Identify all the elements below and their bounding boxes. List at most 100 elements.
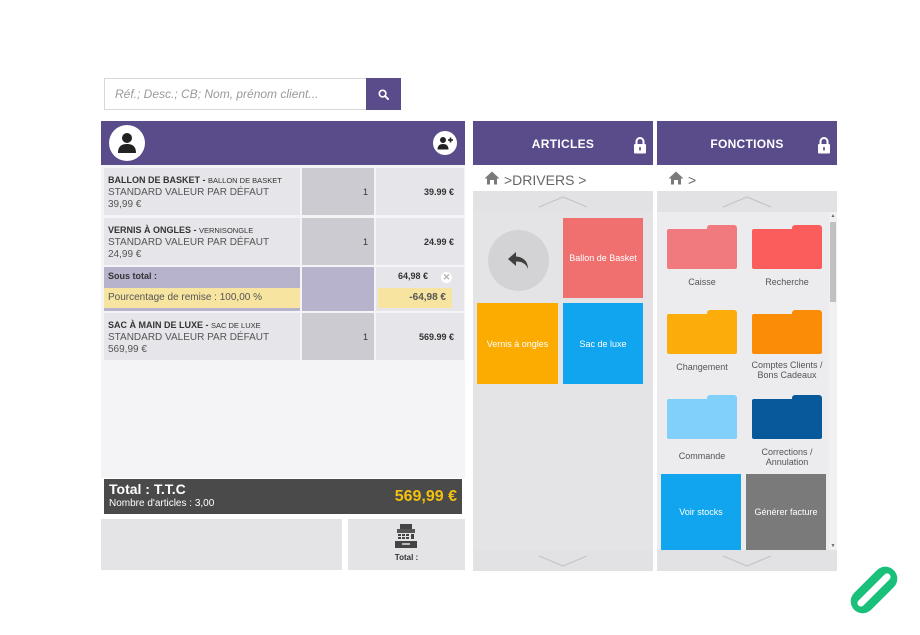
- ticket-line-price[interactable]: 39.99 €: [376, 168, 464, 215]
- fonctions-breadcrumb-path[interactable]: >: [688, 172, 696, 188]
- total-label: Total : T.T.C: [109, 481, 186, 497]
- scroll-down-arrow-icon[interactable]: ▼: [829, 543, 837, 549]
- folder-corrections[interactable]: Corrections / Annulation: [752, 395, 822, 467]
- ticket-line[interactable]: VERNIS À ONGLES - VERNISONGLE STANDARD V…: [104, 218, 464, 265]
- product-code: SAC DE LUXE: [211, 321, 261, 330]
- articles-scroll-down[interactable]: [473, 550, 653, 571]
- articles-breadcrumb: >DRIVERS >: [473, 165, 653, 191]
- folder-label: Changement: [676, 362, 728, 372]
- ticket-line-qty[interactable]: 1: [302, 218, 374, 265]
- discount-label: Pourcentage de remise : 100,00 %: [104, 288, 300, 308]
- brand-logo-icon: [850, 566, 898, 614]
- ticket-line-description: SAC À MAIN DE LUXE - SAC DE LUXE STANDAR…: [104, 313, 300, 360]
- name-separator: -: [200, 175, 208, 185]
- ticket-line-qty[interactable]: 1: [302, 313, 374, 360]
- cash-register-icon: [395, 524, 417, 548]
- search-bar: [104, 78, 401, 110]
- user-icon: [118, 133, 136, 153]
- fonctions-scroll-up[interactable]: [657, 191, 837, 212]
- folder-commande[interactable]: Commande: [667, 395, 737, 465]
- subtotal-label: Sous total :: [108, 271, 157, 281]
- articles-scroll-up[interactable]: [473, 191, 653, 212]
- article-tile-sac[interactable]: Sac de luxe: [563, 303, 643, 384]
- folder-changement[interactable]: Changement: [667, 310, 737, 380]
- articles-count: Nombre d'articles : 3,00: [109, 498, 215, 509]
- folder-icon-body: [667, 399, 737, 439]
- ticket-lines-area: BALLON DE BASKET - BALLON DE BASKET STAN…: [101, 165, 465, 478]
- tile-label: Ballon de Basket: [569, 253, 637, 263]
- article-tile-vernis[interactable]: Vernis à ongles: [477, 303, 558, 384]
- product-name: SAC À MAIN DE LUXE: [108, 320, 204, 330]
- ticket-line-price[interactable]: 569.99 €: [376, 313, 464, 360]
- articles-breadcrumb-path[interactable]: >DRIVERS >: [504, 172, 586, 188]
- product-variant: STANDARD VALEUR PAR DÉFAUT 569,99 €: [108, 332, 269, 355]
- add-client-button[interactable]: [433, 131, 457, 155]
- generer-facture-button[interactable]: Générer facture: [746, 474, 826, 550]
- articles-grid: Ballon de Basket Vernis à ongles Sac de …: [473, 212, 653, 550]
- chevron-down-icon: [722, 554, 772, 567]
- tile-label: Sac de luxe: [579, 338, 627, 349]
- action-panel[interactable]: [101, 519, 342, 570]
- fonctions-breadcrumb: >: [657, 165, 837, 191]
- chevron-up-icon: [538, 195, 588, 208]
- subtotal-price: 64,98 € ✕ -64,98 €: [376, 267, 464, 311]
- folder-icon-body: [752, 314, 822, 354]
- ticket-header: [101, 121, 465, 165]
- ticket-line-qty[interactable]: 1: [302, 168, 374, 215]
- pay-label: Total :: [394, 553, 419, 562]
- folder-icon-body: [667, 229, 737, 269]
- fonctions-scroll-down[interactable]: [657, 550, 837, 571]
- back-arrow-icon: [507, 251, 528, 269]
- folder-recherche[interactable]: Recherche: [752, 225, 822, 295]
- folder-label: Commande: [678, 451, 726, 461]
- lock-icon[interactable]: [633, 136, 647, 154]
- client-avatar-button[interactable]: [109, 125, 145, 161]
- product-variant: STANDARD VALEUR PAR DÉFAUT 39,99 €: [108, 187, 269, 210]
- product-name: VERNIS À ONGLES: [108, 225, 192, 235]
- subtotal-line[interactable]: Sous total : Pourcentage de remise : 100…: [104, 267, 464, 311]
- voir-stocks-button[interactable]: Voir stocks: [661, 474, 741, 550]
- folder-comptes-clients[interactable]: Comptes Clients / Bons Cadeaux: [751, 310, 823, 380]
- pay-button[interactable]: Total :: [348, 519, 465, 570]
- total-bar: Total : T.T.C Nombre d'articles : 3,00 5…: [104, 479, 462, 514]
- discount-amount[interactable]: -64,98 €: [378, 288, 452, 308]
- back-button[interactable]: [488, 230, 549, 291]
- folder-icon-body: [667, 314, 737, 354]
- home-icon[interactable]: [668, 171, 684, 185]
- fonctions-scrollbar-thumb[interactable]: [830, 222, 836, 302]
- search-icon: [378, 88, 389, 100]
- name-separator: -: [191, 225, 200, 235]
- chevron-down-icon: [538, 554, 588, 567]
- folder-label: Caisse: [688, 277, 716, 287]
- ticket-line-description: VERNIS À ONGLES - VERNISONGLE STANDARD V…: [104, 218, 300, 265]
- folder-label: Corrections / Annulation: [761, 447, 813, 467]
- fonctions-header: FONCTIONS: [657, 121, 837, 165]
- chevron-up-icon: [722, 195, 772, 208]
- articles-header: ARTICLES: [473, 121, 653, 165]
- folder-label: Recherche: [765, 277, 809, 287]
- total-amount: 569,99 €: [394, 488, 457, 505]
- home-icon[interactable]: [484, 171, 500, 185]
- fonctions-grid: Caisse Recherche Changement Comptes Clie…: [657, 212, 837, 550]
- ticket-line-price[interactable]: 24.99 €: [376, 218, 464, 265]
- product-code: BALLON DE BASKET: [208, 176, 282, 185]
- search-input[interactable]: [104, 78, 366, 110]
- folder-label: Comptes Clients / Bons Cadeaux: [751, 360, 823, 380]
- lock-icon[interactable]: [817, 136, 831, 154]
- tile-label: Générer facture: [754, 507, 818, 517]
- subtotal-description: Sous total : Pourcentage de remise : 100…: [104, 267, 300, 311]
- product-variant: STANDARD VALEUR PAR DÉFAUT 24,99 €: [108, 237, 269, 260]
- articles-title: ARTICLES: [531, 137, 595, 151]
- fonctions-title: FONCTIONS: [710, 137, 784, 151]
- fonctions-scrollbar[interactable]: ▲ ▼: [829, 212, 837, 550]
- remove-subtotal-icon[interactable]: ✕: [441, 272, 452, 283]
- add-user-icon: [437, 137, 453, 150]
- ticket-line[interactable]: SAC À MAIN DE LUXE - SAC DE LUXE STANDAR…: [104, 313, 464, 360]
- folder-caisse[interactable]: Caisse: [667, 225, 737, 295]
- folder-icon-body: [752, 229, 822, 269]
- article-tile-ballon[interactable]: Ballon de Basket: [563, 218, 643, 298]
- scroll-up-arrow-icon[interactable]: ▲: [829, 213, 837, 219]
- name-separator: -: [203, 320, 212, 330]
- ticket-line[interactable]: BALLON DE BASKET - BALLON DE BASKET STAN…: [104, 168, 464, 215]
- search-button[interactable]: [366, 78, 401, 110]
